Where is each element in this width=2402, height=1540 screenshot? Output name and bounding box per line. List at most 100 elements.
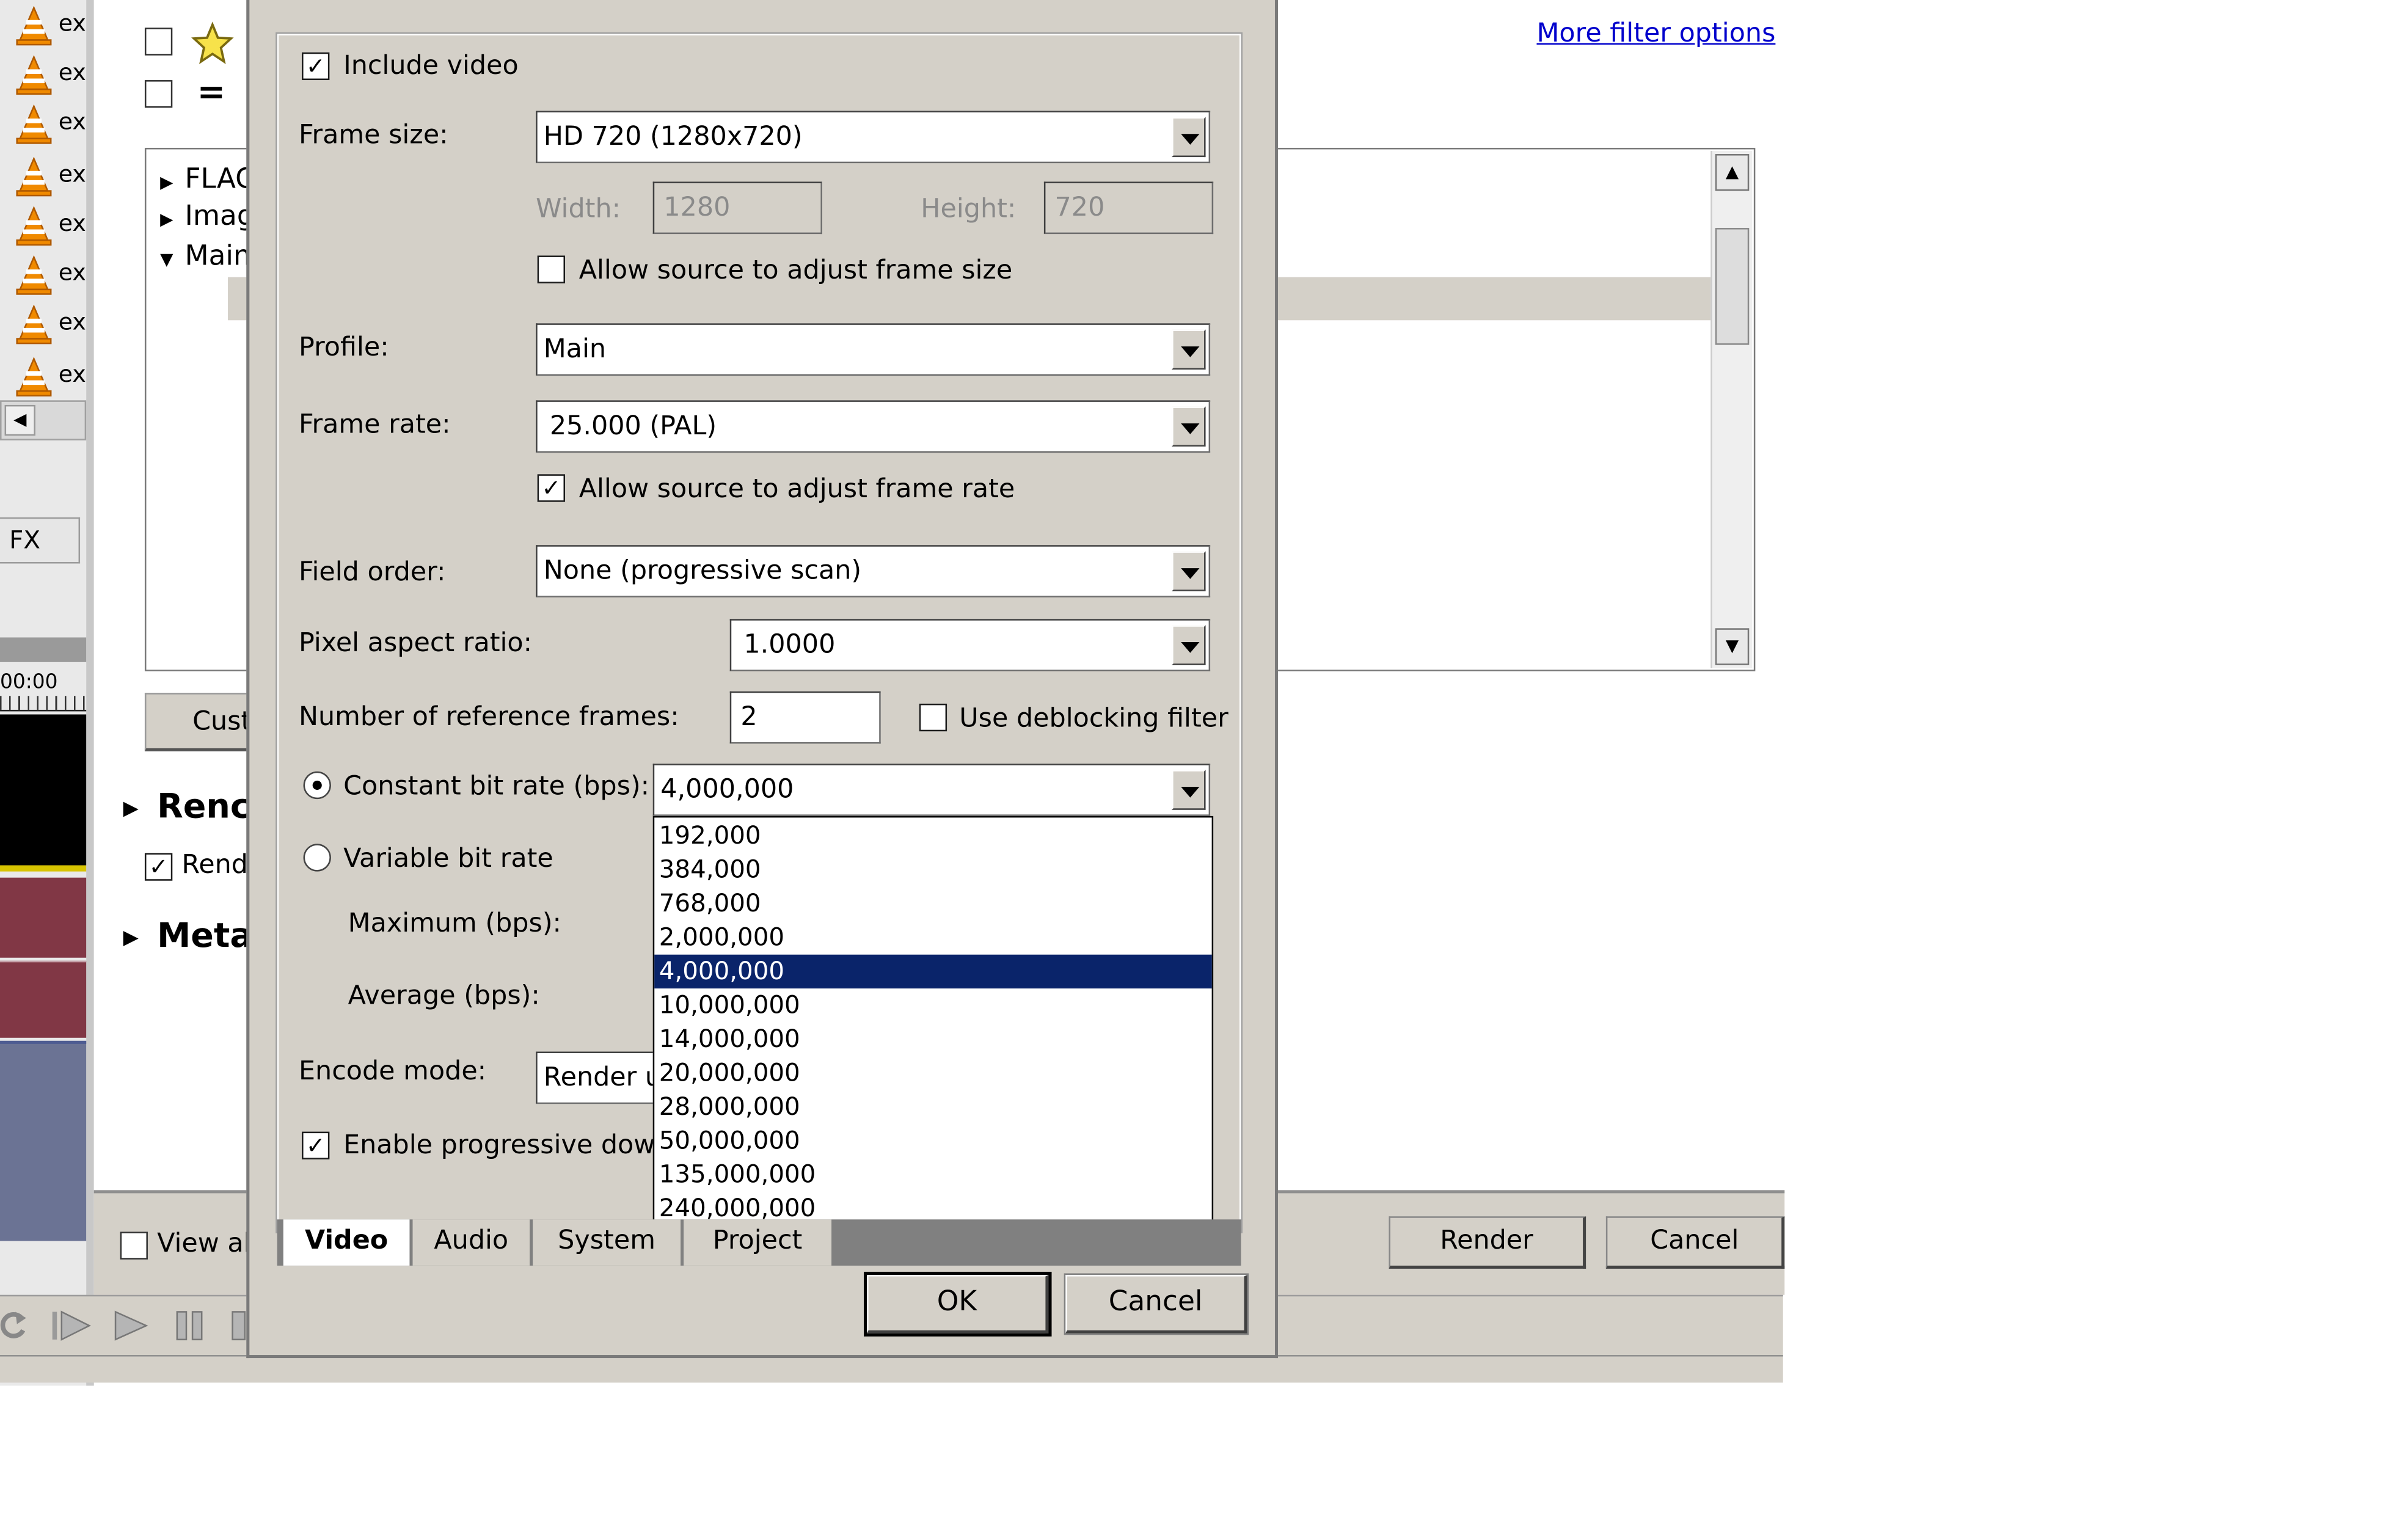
tree-item-main[interactable]: ▼ Main bbox=[160, 240, 251, 272]
file-item-label[interactable]: ex bbox=[59, 308, 86, 335]
view-all-checkbox[interactable] bbox=[120, 1232, 148, 1260]
view-all-label: View all bbox=[157, 1228, 258, 1260]
bitrate-option[interactable]: 192,000 bbox=[654, 819, 1211, 853]
file-item-label[interactable]: ex bbox=[59, 9, 86, 37]
favorites-checkbox[interactable] bbox=[144, 27, 173, 56]
pause-icon[interactable] bbox=[172, 1308, 209, 1342]
height-field[interactable]: 720 bbox=[1043, 181, 1214, 235]
render-option-label: Rend bbox=[181, 850, 248, 881]
chevron-down-icon[interactable] bbox=[1172, 406, 1206, 447]
field-order-label: Field order: bbox=[298, 557, 446, 588]
star-icon bbox=[191, 21, 234, 65]
expand-icon: ▶ bbox=[160, 209, 173, 230]
play-icon[interactable] bbox=[111, 1308, 151, 1342]
chevron-down-icon[interactable] bbox=[1172, 625, 1206, 665]
chevron-down-icon[interactable] bbox=[1172, 329, 1206, 370]
frame-rate-value: 25.000 (PAL) bbox=[549, 411, 717, 442]
selected-template-row[interactable] bbox=[1274, 277, 1712, 321]
render-button[interactable]: Render bbox=[1389, 1216, 1586, 1269]
progressive-download-label: Enable progressive downlo bbox=[343, 1130, 655, 1161]
frame-rate-dropdown[interactable]: 25.000 (PAL) bbox=[536, 400, 1211, 453]
expand-icon: ▶ bbox=[123, 926, 139, 949]
file-item-label[interactable]: ex bbox=[59, 59, 86, 86]
bitrate-option[interactable]: 50,000,000 bbox=[654, 1124, 1211, 1158]
scrollbar-thumb[interactable] bbox=[1715, 228, 1750, 345]
file-item-label[interactable]: ex bbox=[59, 360, 86, 388]
background-cancel-button[interactable]: Cancel bbox=[1605, 1216, 1785, 1269]
tab-system[interactable]: System bbox=[533, 1219, 681, 1266]
file-item-label[interactable]: ex bbox=[59, 258, 86, 286]
bitrate-option[interactable]: 28,000,000 bbox=[654, 1090, 1211, 1124]
variable-bitrate-label: Variable bit rate bbox=[343, 844, 553, 875]
play-from-start-icon[interactable] bbox=[49, 1308, 93, 1342]
encode-mode-label: Encode mode: bbox=[298, 1056, 487, 1087]
pixel-aspect-ratio-dropdown[interactable]: 1.0000 bbox=[729, 619, 1211, 671]
tab-project[interactable]: Project bbox=[684, 1219, 832, 1266]
file-item-label[interactable]: ex bbox=[59, 210, 86, 237]
tree-item-image[interactable]: ▶ Imag bbox=[160, 200, 255, 233]
section-title: Renc bbox=[157, 788, 250, 827]
allow-adjust-frame-rate-checkbox[interactable]: ✓ bbox=[537, 474, 566, 502]
audio-track-1 bbox=[0, 877, 87, 958]
allow-adjust-frame-rate-label: Allow source to adjust frame rate bbox=[579, 474, 1015, 505]
reference-frames-label: Number of reference frames: bbox=[298, 702, 679, 733]
tab-audio[interactable]: Audio bbox=[412, 1219, 530, 1266]
encode-mode-dropdown[interactable]: Render u bbox=[536, 1051, 659, 1104]
deblocking-label: Use deblocking filter bbox=[959, 703, 1228, 735]
render-options-section[interactable]: ▶ Renc bbox=[123, 788, 250, 827]
frame-size-dropdown[interactable]: HD 720 (1280x720) bbox=[536, 111, 1211, 164]
loop-icon[interactable] bbox=[0, 1308, 27, 1342]
more-filter-options-link[interactable]: More filter options bbox=[1536, 18, 1775, 49]
constant-bitrate-label: Constant bit rate (bps): bbox=[343, 771, 650, 803]
scroll-up-icon[interactable]: ▲ bbox=[1715, 154, 1750, 191]
collapse-icon: ▼ bbox=[160, 249, 173, 270]
render-option-checkbox[interactable]: ✓ bbox=[144, 853, 173, 881]
fx-tab-label: FX bbox=[9, 525, 40, 555]
include-video-checkbox[interactable]: ✓ bbox=[302, 52, 330, 81]
scroll-left-icon[interactable]: ◀ bbox=[4, 404, 35, 436]
timeline-ruler bbox=[0, 696, 87, 712]
bitrate-option[interactable]: 384,000 bbox=[654, 853, 1211, 886]
width-field[interactable]: 1280 bbox=[652, 181, 822, 235]
horizontal-scrollbar[interactable]: ◀ bbox=[0, 400, 87, 440]
bitrate-option[interactable]: 135,000,000 bbox=[654, 1158, 1211, 1191]
vertical-scrollbar[interactable]: ▲ ▼ bbox=[1710, 151, 1753, 668]
bitrate-dropdown-list[interactable]: 192,000 384,000 768,000 2,000,000 4,000,000 1… bbox=[652, 816, 1214, 1229]
chevron-down-icon[interactable] bbox=[1172, 551, 1206, 591]
chevron-down-icon[interactable] bbox=[1172, 770, 1206, 810]
tab-video[interactable]: Video bbox=[283, 1219, 410, 1266]
field-order-dropdown[interactable]: None (progressive scan) bbox=[536, 545, 1211, 597]
vlc-cone-icon bbox=[16, 157, 52, 197]
vlc-cone-icon bbox=[16, 104, 52, 144]
average-bps-label: Average (bps): bbox=[348, 980, 540, 1012]
bitrate-option[interactable]: 4,000,000 bbox=[654, 954, 1212, 989]
panel-border bbox=[86, 0, 94, 1386]
scroll-down-icon[interactable]: ▼ bbox=[1715, 628, 1750, 665]
match-checkbox[interactable] bbox=[144, 80, 173, 108]
chevron-down-icon[interactable] bbox=[1172, 117, 1206, 158]
bitrate-option[interactable]: 20,000,000 bbox=[654, 1056, 1211, 1090]
cancel-button[interactable]: Cancel bbox=[1064, 1273, 1249, 1335]
stop-icon[interactable] bbox=[231, 1308, 246, 1342]
status-bar bbox=[0, 1355, 1783, 1383]
file-item-label[interactable]: ex bbox=[59, 108, 86, 135]
file-item-label[interactable]: ex bbox=[59, 160, 86, 188]
bitrate-option[interactable]: 10,000,000 bbox=[654, 988, 1211, 1022]
bitrate-option[interactable]: 2,000,000 bbox=[654, 921, 1211, 954]
fx-tab[interactable]: FX bbox=[0, 517, 81, 564]
reference-frames-field[interactable]: 2 bbox=[729, 691, 881, 744]
screen: ex ex ex ex ex ex ex ex ◀ FX 00:00 = More filte… bbox=[0, 0, 2402, 1540]
bitrate-option[interactable]: 14,000,000 bbox=[654, 1023, 1211, 1056]
bitrate-option[interactable]: 768,000 bbox=[654, 887, 1211, 921]
tree-item-flac[interactable]: ▶ FLAC bbox=[160, 163, 255, 195]
variable-bitrate-radio[interactable] bbox=[303, 844, 331, 872]
allow-adjust-frame-size-checkbox[interactable] bbox=[537, 255, 566, 283]
metadata-section[interactable]: ▶ Meta bbox=[123, 918, 253, 956]
deblocking-checkbox[interactable] bbox=[919, 703, 947, 732]
profile-dropdown[interactable]: Main bbox=[536, 323, 1211, 376]
constant-bitrate-value: 4,000,000 bbox=[660, 774, 794, 806]
constant-bitrate-dropdown[interactable]: 4,000,000 bbox=[652, 764, 1211, 816]
constant-bitrate-radio[interactable] bbox=[303, 771, 331, 800]
progressive-download-checkbox[interactable]: ✓ bbox=[302, 1131, 330, 1159]
ok-button[interactable]: OK bbox=[864, 1271, 1052, 1337]
